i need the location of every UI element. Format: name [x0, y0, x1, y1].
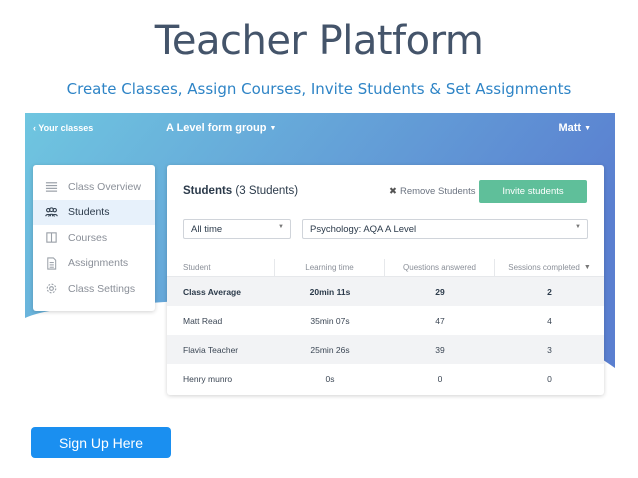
- caret-down-icon: ▼: [269, 125, 277, 132]
- list-icon: [44, 180, 58, 194]
- document-icon: [44, 256, 58, 270]
- book-icon: [44, 231, 58, 245]
- column-header-student[interactable]: Student: [167, 259, 275, 276]
- page-subtitle: Create Classes, Assign Courses, Invite S…: [66, 80, 572, 98]
- time-filter-select[interactable]: All time ▼: [183, 219, 291, 239]
- students-heading: Students (3 Students): [183, 185, 299, 197]
- sidebar-item-students[interactable]: Students: [33, 199, 155, 225]
- gear-icon: [44, 282, 58, 296]
- app-top-bar: ‹ Your classes A Level form group ▼ Matt ▼: [25, 113, 615, 145]
- table-row[interactable]: Class Average 20min 11s 29 2: [167, 277, 604, 306]
- column-header-sessions-completed[interactable]: Sessions completed ▼: [495, 259, 604, 276]
- table-header: Student Learning time Questions answered…: [167, 259, 604, 277]
- caret-down-icon: ▼: [584, 125, 591, 132]
- app-screenshot: ‹ Your classes A Level form group ▼ Matt ▼…: [25, 113, 615, 408]
- column-header-questions-answered[interactable]: Questions answered: [385, 259, 495, 276]
- people-icon: [44, 205, 58, 219]
- class-sidebar: Class Overview Students Courses Assignme…: [33, 165, 155, 311]
- close-icon: ✖: [389, 186, 397, 197]
- column-header-learning-time[interactable]: Learning time: [275, 259, 385, 276]
- sidebar-item-courses[interactable]: Courses: [33, 225, 155, 251]
- table-row[interactable]: Matt Read 35min 07s 47 4: [167, 306, 604, 335]
- sidebar-item-class-overview[interactable]: Class Overview: [33, 174, 155, 200]
- table-row[interactable]: Flavia Teacher 25min 26s 39 3: [167, 335, 604, 364]
- course-filter-select[interactable]: Psychology: AQA A Level ▼: [302, 219, 588, 239]
- your-classes-link[interactable]: ‹ Your classes: [33, 123, 93, 133]
- chevron-left-icon: ‹: [33, 123, 36, 133]
- remove-students-button[interactable]: ✖ Remove Students: [389, 186, 475, 197]
- page-title: Teacher Platform: [154, 18, 484, 64]
- students-table: Student Learning time Questions answered…: [167, 259, 604, 393]
- chevron-down-icon: ▼: [575, 224, 581, 230]
- sort-down-icon: ▼: [583, 264, 591, 271]
- chevron-down-icon: ▼: [278, 224, 284, 230]
- sidebar-item-class-settings[interactable]: Class Settings: [33, 276, 155, 302]
- sidebar-item-assignments[interactable]: Assignments: [33, 251, 155, 277]
- user-menu[interactable]: Matt ▼: [558, 122, 591, 134]
- table-row[interactable]: Henry munro 0s 0 0: [167, 364, 604, 393]
- invite-students-button[interactable]: Invite students: [479, 180, 587, 203]
- sign-up-button[interactable]: Sign Up Here: [31, 427, 171, 458]
- students-panel: Students (3 Students) ✖ Remove Students I…: [167, 165, 604, 395]
- group-selector[interactable]: A Level form group ▼: [166, 122, 276, 134]
